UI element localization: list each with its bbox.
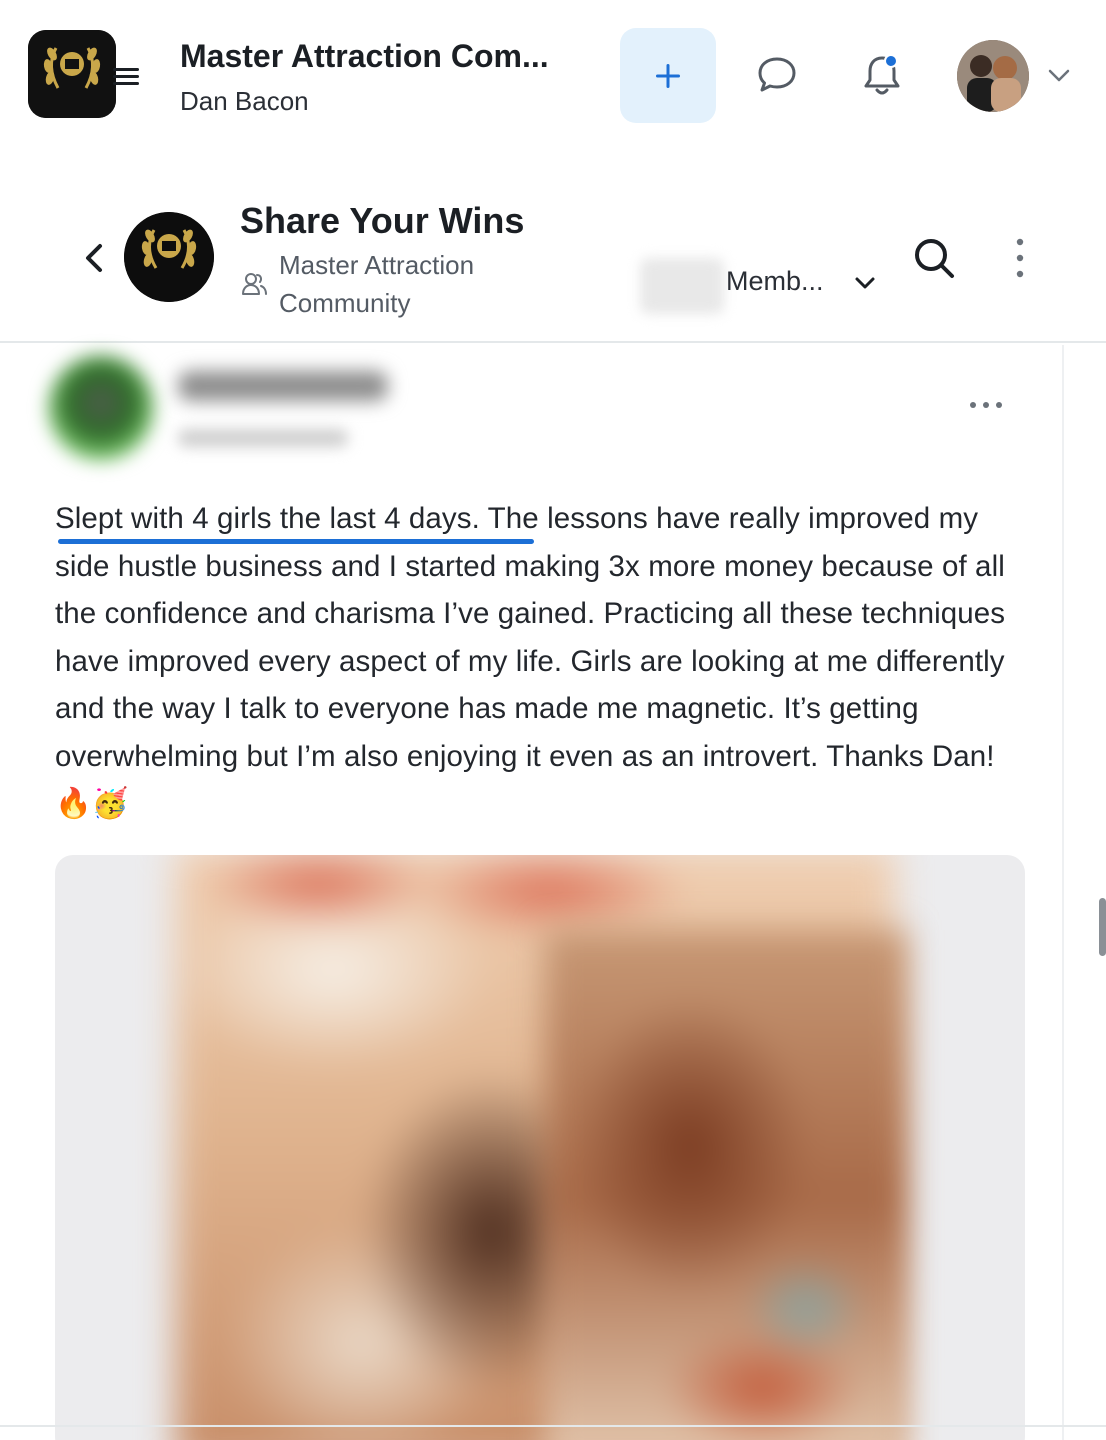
- search-icon[interactable]: [912, 236, 956, 280]
- members-dropdown-label[interactable]: Memb...: [726, 266, 824, 297]
- scrollbar-thumb[interactable]: [1099, 898, 1106, 956]
- add-button[interactable]: [620, 28, 716, 123]
- bell-icon[interactable]: [860, 52, 904, 98]
- app-header: Master Attraction Com... Dan Bacon: [0, 0, 1106, 150]
- post-timestamp-blurred: [178, 429, 348, 447]
- post-body: Slept with 4 girls the last 4 days. The …: [55, 495, 1035, 828]
- community-logo[interactable]: [28, 30, 116, 118]
- post-image-blurred-right: [545, 930, 907, 1440]
- back-icon[interactable]: [80, 238, 108, 278]
- laurel-logo-image: [28, 30, 116, 118]
- space-header: Share Your Wins Master Attraction Commun…: [0, 150, 1106, 343]
- group-icon: [242, 273, 267, 295]
- post-feed[interactable]: Slept with 4 girls the last 4 days. The …: [0, 345, 1106, 1440]
- members-avatars-blurred: [640, 258, 724, 314]
- post-author-avatar[interactable]: [48, 355, 154, 461]
- post-body-text: The lessons have really improved my side…: [55, 502, 1006, 820]
- community-owner: Dan Bacon: [180, 86, 309, 116]
- chat-icon[interactable]: [756, 54, 798, 96]
- post-author-name-blurred[interactable]: [178, 371, 388, 401]
- chevron-down-icon[interactable]: [1046, 64, 1072, 86]
- space-community-link[interactable]: Master Attraction Community: [279, 246, 579, 322]
- menu-icon[interactable]: [110, 60, 142, 92]
- space-logo: [124, 212, 214, 302]
- plus-icon: [656, 63, 680, 88]
- user-avatar[interactable]: [957, 40, 1029, 112]
- post-image[interactable]: [55, 855, 1025, 1440]
- space-title: Share Your Wins: [240, 200, 525, 241]
- feed-divider: [1062, 345, 1064, 1440]
- bottom-divider: [0, 1425, 1106, 1427]
- post-highlighted-text: Slept with 4 girls the last 4 days.: [55, 502, 480, 535]
- highlight-underline: [58, 539, 534, 544]
- notification-dot: [884, 54, 898, 68]
- laurel-logo-image: [124, 212, 214, 302]
- more-horizontal-icon[interactable]: [966, 395, 1006, 415]
- more-vert-icon[interactable]: [1010, 236, 1030, 280]
- chevron-down-icon[interactable]: [852, 272, 878, 294]
- community-title[interactable]: Master Attraction Com...: [180, 38, 549, 75]
